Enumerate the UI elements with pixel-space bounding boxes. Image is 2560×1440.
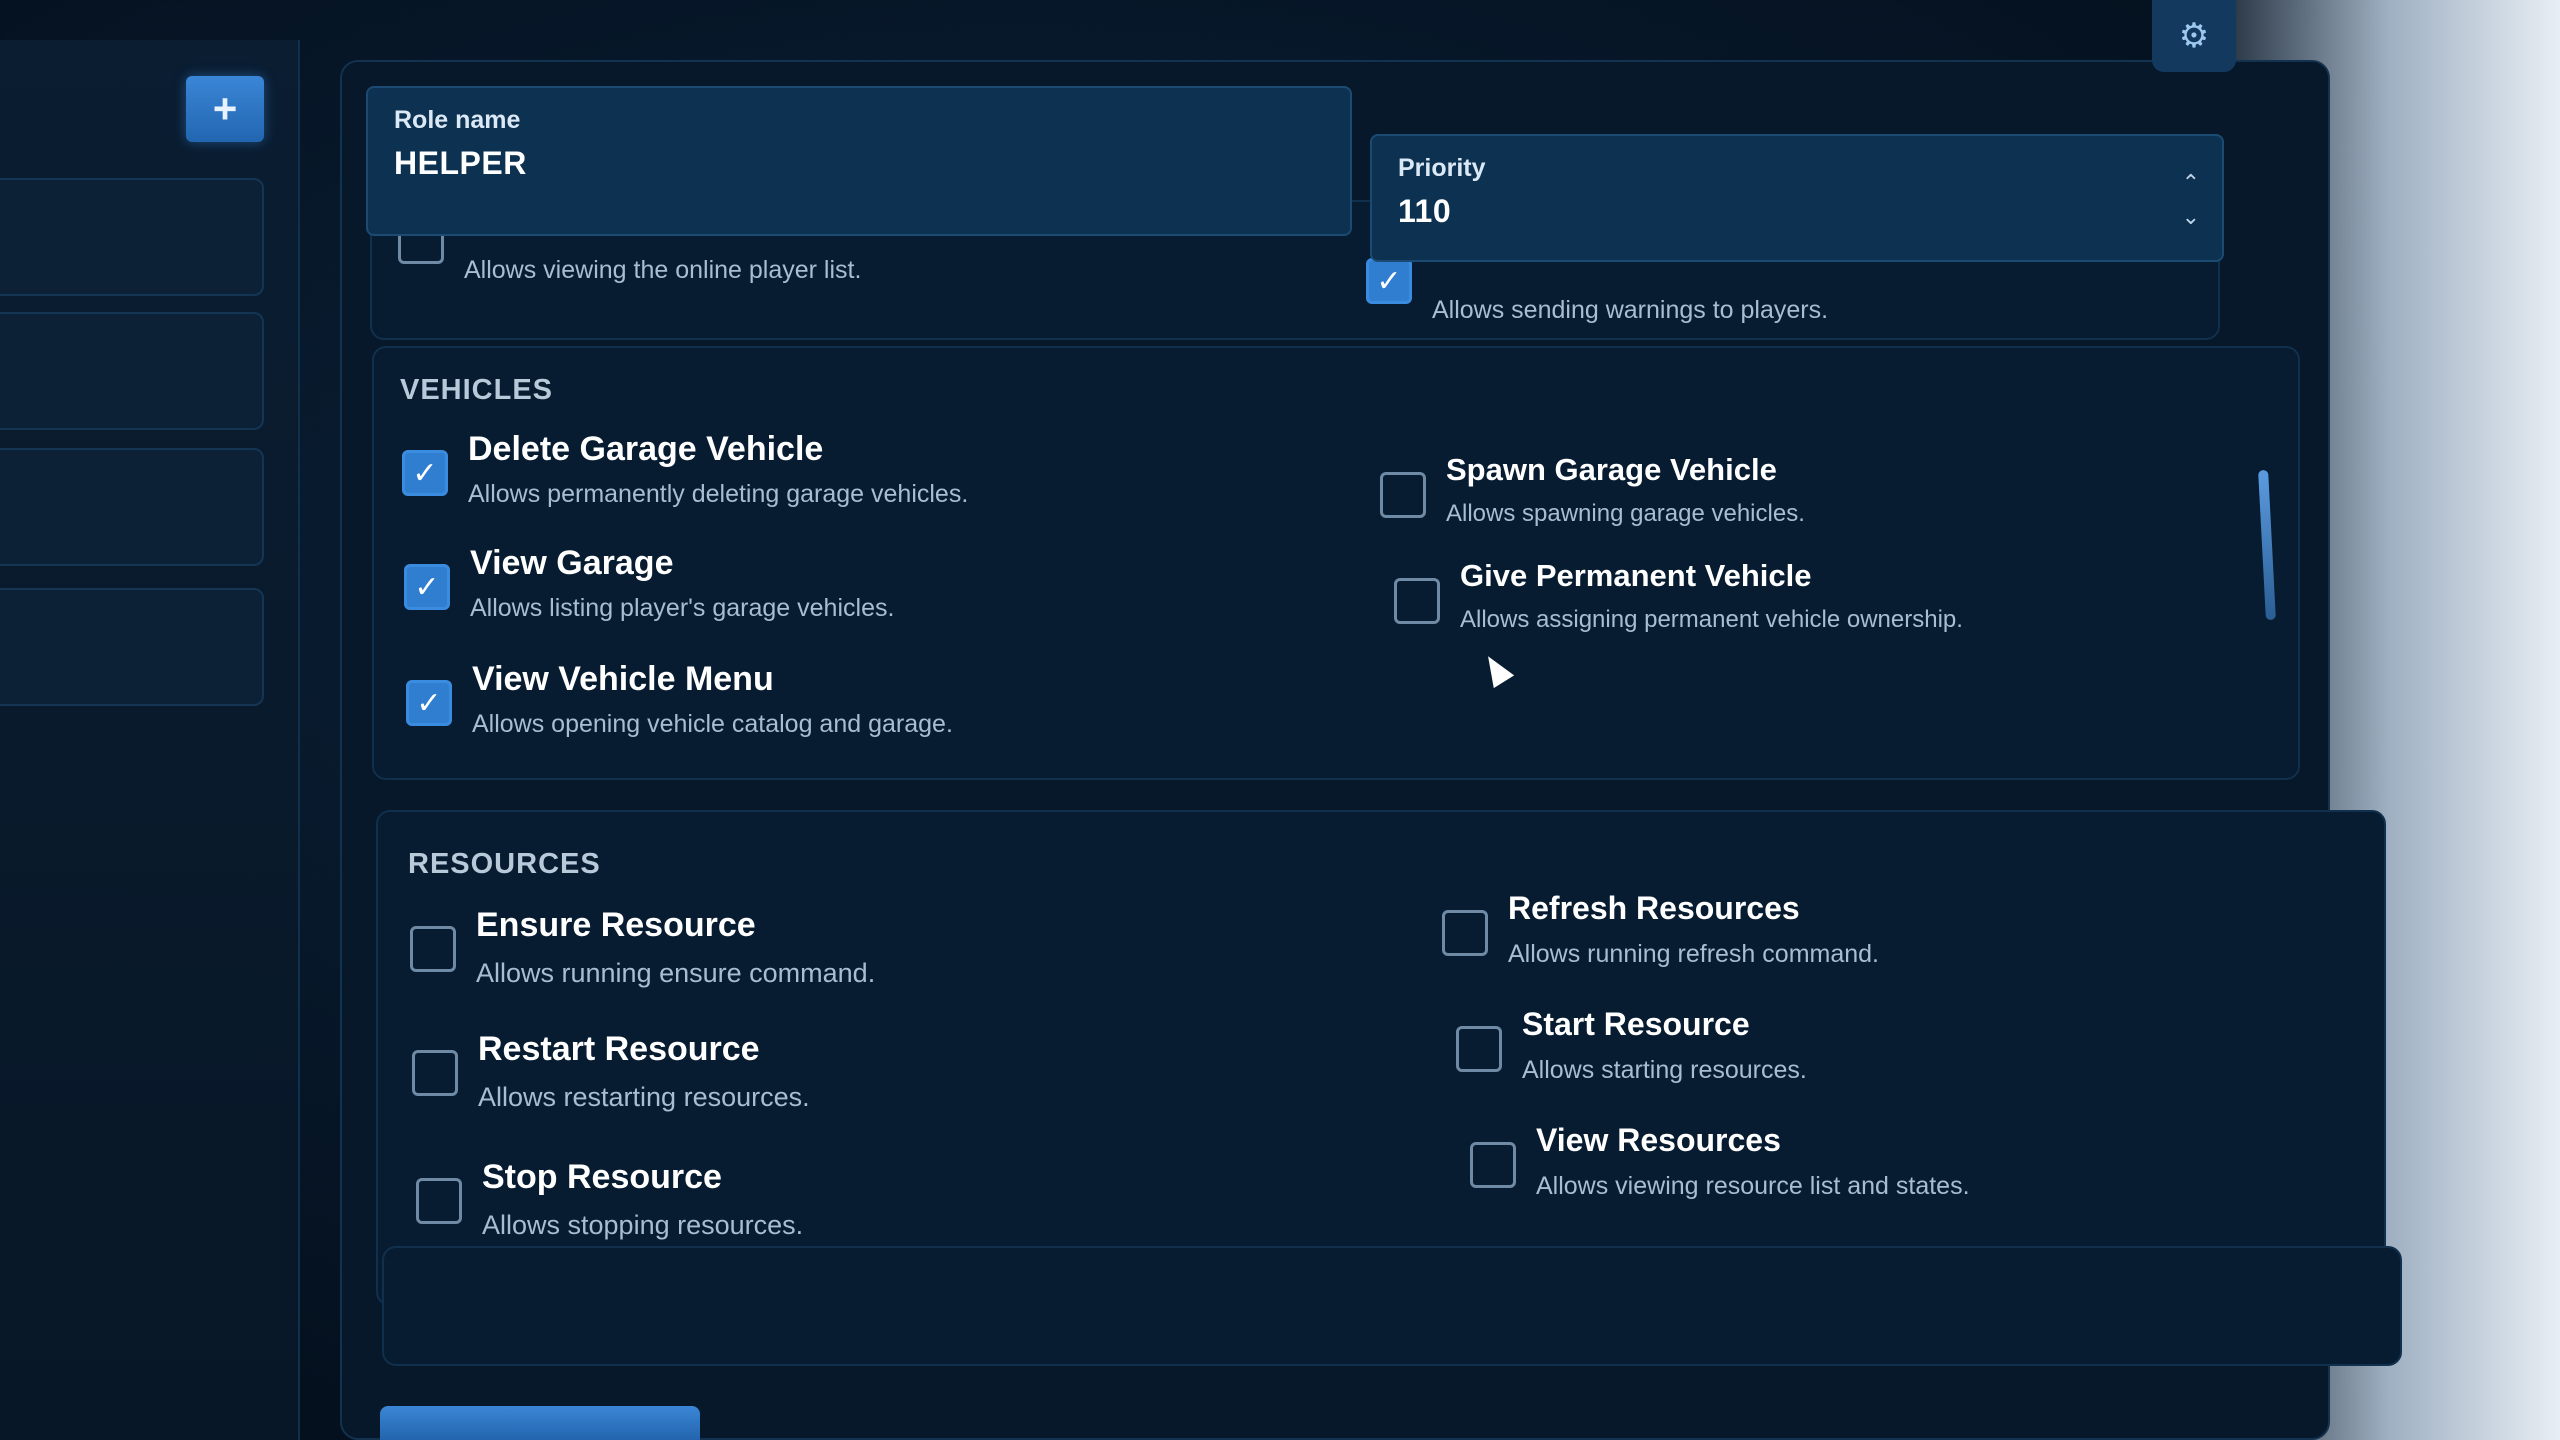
permission-checkbox-checked[interactable]: ✓ xyxy=(406,680,452,726)
permission-delete-garage-vehicle[interactable]: ✓ Delete Garage Vehicle Allows permanent… xyxy=(402,430,1202,530)
permission-description: Allows running refresh command. xyxy=(1508,940,1879,968)
priority-value: 110 xyxy=(1398,193,1452,229)
permission-checkbox-checked[interactable]: ✓ xyxy=(404,564,450,610)
priority-field[interactable]: Priority 110 ⌃ ⌄ xyxy=(1370,134,2224,262)
sidebar-item-role[interactable] xyxy=(0,588,264,706)
permission-checkbox-checked[interactable]: ✓ xyxy=(402,450,448,496)
add-role-button[interactable]: + xyxy=(186,76,264,142)
role-name-label: Role name xyxy=(394,106,521,134)
permission-checkbox-checked[interactable]: ✓ xyxy=(1366,258,1412,304)
permission-start-resource[interactable]: Start Resource Allows starting resources… xyxy=(1456,1006,2256,1106)
role-name-value: HELPER xyxy=(394,145,527,181)
permission-title: Refresh Resources xyxy=(1508,890,1800,926)
chevron-down-icon[interactable]: ⌄ xyxy=(2182,200,2200,234)
permission-checkbox[interactable] xyxy=(412,1050,458,1096)
permission-checkbox[interactable] xyxy=(1394,578,1440,624)
permission-stop-resource[interactable]: Stop Resource Allows stopping resources. xyxy=(416,1158,1216,1258)
priority-stepper[interactable]: ⌃ ⌄ xyxy=(2182,166,2200,234)
permission-restart-resource[interactable]: Restart Resource Allows restarting resou… xyxy=(412,1030,1212,1130)
permission-title: View Vehicle Menu xyxy=(472,660,774,698)
priority-label: Priority xyxy=(1398,154,1486,182)
chevron-up-icon[interactable]: ⌃ xyxy=(2182,166,2200,200)
section-title-vehicles: VEHICLES xyxy=(400,374,554,406)
permission-title: Start Resource xyxy=(1522,1006,1750,1042)
check-icon: ✓ xyxy=(416,686,442,720)
permission-checkbox[interactable] xyxy=(1380,472,1426,518)
save-button[interactable] xyxy=(380,1406,700,1440)
permission-title: Ensure Resource xyxy=(476,906,756,944)
check-icon: ✓ xyxy=(414,570,440,604)
gear-icon[interactable]: ⚙ xyxy=(2152,0,2236,72)
sidebar-item-role[interactable] xyxy=(0,178,264,296)
permission-description: Allows running ensure command. xyxy=(476,958,876,988)
permission-title: Restart Resource xyxy=(478,1030,760,1068)
permission-description: Allows permanently deleting garage vehic… xyxy=(468,480,969,508)
permission-checkbox[interactable] xyxy=(410,926,456,972)
permission-description: Allows viewing resource list and states. xyxy=(1536,1172,1970,1200)
check-icon: ✓ xyxy=(412,456,438,490)
permission-title: Delete Garage Vehicle xyxy=(468,430,824,468)
permission-description: Allows viewing the online player list. xyxy=(464,256,862,284)
permission-checkbox[interactable] xyxy=(416,1178,462,1224)
permission-title: View Resources xyxy=(1536,1122,1781,1158)
permission-view-garage[interactable]: ✓ View Garage Allows listing player's ga… xyxy=(404,544,1204,644)
permission-view-resources[interactable]: View Resources Allows viewing resource l… xyxy=(1470,1122,2270,1222)
permission-description: Allows spawning garage vehicles. xyxy=(1446,500,1805,527)
permission-checkbox[interactable] xyxy=(1470,1142,1516,1188)
sidebar-item-role[interactable] xyxy=(0,312,264,430)
permission-checkbox[interactable] xyxy=(1456,1026,1502,1072)
section-title-resources: RESOURCES xyxy=(408,848,601,880)
permission-ensure-resource[interactable]: Ensure Resource Allows running ensure co… xyxy=(410,906,1210,1006)
permission-section-next xyxy=(382,1246,2402,1366)
permission-title: Give Permanent Vehicle xyxy=(1460,558,1812,593)
permission-spawn-garage-vehicle[interactable]: Spawn Garage Vehicle Allows spawning gar… xyxy=(1380,452,2180,552)
permission-give-permanent-vehicle[interactable]: Give Permanent Vehicle Allows assigning … xyxy=(1394,558,2194,658)
permission-refresh-resources[interactable]: Refresh Resources Allows running refresh… xyxy=(1442,890,2242,990)
permission-description: Allows assigning permanent vehicle owner… xyxy=(1460,606,1963,633)
permission-description: Allows starting resources. xyxy=(1522,1056,1807,1084)
permission-description: Allows restarting resources. xyxy=(478,1082,810,1112)
permission-description: Allows stopping resources. xyxy=(482,1210,804,1240)
sidebar-item-role[interactable] xyxy=(0,448,264,566)
permission-title: Stop Resource xyxy=(482,1158,722,1196)
permission-view-vehicle-menu[interactable]: ✓ View Vehicle Menu Allows opening vehic… xyxy=(406,660,1206,760)
permission-title: Spawn Garage Vehicle xyxy=(1446,452,1777,487)
permission-title: View Garage xyxy=(470,544,674,582)
permission-checkbox[interactable] xyxy=(1442,910,1488,956)
permission-description: Allows sending warnings to players. xyxy=(1432,296,1829,324)
permission-description: Allows listing player's garage vehicles. xyxy=(470,594,895,622)
check-icon: ✓ xyxy=(1376,264,1402,298)
role-name-field[interactable]: Role name HELPER xyxy=(366,86,1352,236)
permission-description: Allows opening vehicle catalog and garag… xyxy=(472,710,953,738)
